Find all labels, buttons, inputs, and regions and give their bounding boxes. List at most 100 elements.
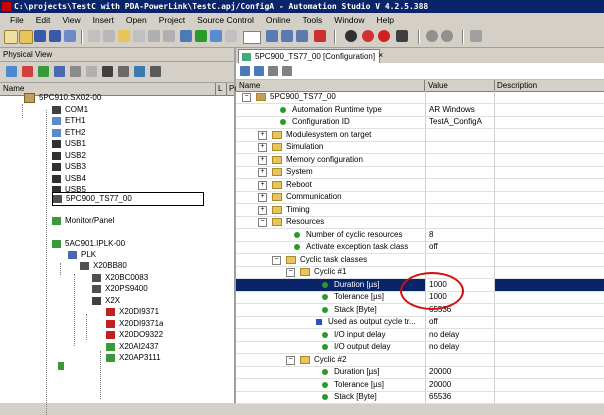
expand-icon[interactable]: + [258,193,267,202]
config-row[interactable]: I/O output delay no delay [236,341,604,354]
stop-icon[interactable] [314,30,326,42]
tree-item-x20di9371a[interactable]: X20DI9371a [106,318,163,329]
paste-icon[interactable] [118,30,130,42]
menu-file[interactable]: File [0,13,30,27]
tree-item-usb3[interactable]: USB3 [52,161,86,172]
power-icon[interactable] [378,30,390,42]
expand-icon[interactable]: + [258,156,267,165]
tree-item-x2x[interactable]: X2X [92,295,120,306]
config-row[interactable]: Used as output cycle tr... off [236,316,604,329]
tab-configuration[interactable]: 5PC900_TS77_00 [Configuration] [238,49,381,64]
extra-tool-icon[interactable] [470,30,482,42]
expand-icon[interactable]: + [258,131,267,140]
menu-insert[interactable]: Insert [87,13,120,27]
tree-item-eth1[interactable]: ETH1 [52,115,85,126]
cut-icon[interactable] [88,30,100,42]
open-folder-icon[interactable] [19,30,33,44]
config-row[interactable]: + System [236,166,604,179]
redo-icon[interactable] [163,30,175,42]
collapse-icon[interactable]: − [242,93,251,102]
menu-project[interactable]: Project [153,13,191,27]
module-icon[interactable] [102,66,113,77]
toolbar-combo[interactable] [243,31,261,44]
expand-all-icon[interactable] [240,66,250,76]
navigate-back-icon[interactable] [180,30,192,42]
save-icon[interactable] [34,30,46,42]
save-all-icon[interactable] [49,30,61,42]
close-tab-icon[interactable]: × [378,50,383,60]
tree-item-plk[interactable]: PLK [68,249,96,260]
monitor-icon[interactable] [362,30,374,42]
tree-item-x20bb80[interactable]: X20BB80 [80,260,127,271]
menu-source-control[interactable]: Source Control [191,13,260,27]
refresh-icon[interactable] [6,66,17,77]
collapse-icon[interactable]: − [258,218,267,227]
tree-item-5ac901[interactable]: 5AC901.IPLK-00 [52,238,125,249]
column-description[interactable]: Description [494,80,604,91]
config-row[interactable]: Activate exception task class off [236,241,604,254]
tree-item-x20do9322[interactable]: X20DO9322 [106,329,163,340]
io-mapping-icon[interactable] [86,66,97,77]
tree-item-usb2[interactable]: USB2 [52,150,86,161]
tree-item-5pc910[interactable]: 5PC910.SX02-00 [24,92,101,103]
config-row[interactable]: Duration [µs] 20000 [236,366,604,379]
collapse-icon[interactable]: − [286,268,295,277]
split-icon[interactable] [296,30,308,42]
network-icon[interactable] [54,66,65,77]
config-row[interactable]: + Communication [236,191,604,204]
tree-item-usb4[interactable]: USB4 [52,173,86,184]
undo-icon[interactable] [148,30,160,42]
tree-item-x20ap3111[interactable]: X20AP3111 [106,352,161,363]
print-icon[interactable] [64,30,76,42]
menu-window[interactable]: Window [328,13,370,27]
build-icon[interactable] [195,30,207,42]
config-row[interactable]: −5PC900_TS77_00 [236,91,604,104]
column-value[interactable]: Value [425,80,495,91]
cable-icon[interactable] [118,66,129,77]
config-row[interactable]: Stack [Byte] 65536 [236,391,604,404]
window-icon[interactable] [281,30,293,42]
expand-icon[interactable]: + [258,168,267,177]
menu-help[interactable]: Help [371,13,400,27]
collapse-icon[interactable]: − [272,256,281,265]
tree-item-x20di9371[interactable]: X20DI9371 [106,306,159,317]
expand-icon[interactable]: + [258,206,267,215]
transfer-icon[interactable] [210,30,222,42]
column-name[interactable]: Name [236,80,425,91]
settings-gear-icon[interactable] [426,30,438,42]
find-icon[interactable] [225,30,237,42]
tree-item-eth2[interactable]: ETH2 [52,127,85,138]
config-row[interactable]: Configuration ID TestA_ConfigA [236,116,604,129]
menu-open[interactable]: Open [120,13,153,27]
menu-tools[interactable]: Tools [296,13,328,27]
tree-item-com1[interactable]: COM1 [52,104,88,115]
export-icon[interactable] [134,66,145,77]
menu-online[interactable]: Online [260,13,297,27]
properties-icon[interactable] [70,66,81,77]
add-hardware-icon[interactable] [22,66,33,77]
tree-item-monitor-panel[interactable]: Monitor/Panel [52,215,114,226]
new-file-icon[interactable] [4,30,18,44]
expand-icon[interactable]: + [258,143,267,152]
collapse-all-icon[interactable] [254,66,264,76]
toggle-view-icon[interactable] [266,30,278,42]
copy-icon[interactable] [103,30,115,42]
sort-icon[interactable] [282,66,292,76]
config-row[interactable]: − Resources [236,216,604,229]
device-icon[interactable] [396,30,408,42]
filter-icon[interactable] [268,66,278,76]
view-options-icon[interactable] [150,66,161,77]
collapse-icon[interactable]: − [286,356,295,365]
options-gear-icon[interactable] [441,30,453,42]
menu-view[interactable]: View [56,13,86,27]
expand-icon[interactable]: + [258,181,267,190]
tree-item-x20ps9400[interactable]: X20PS9400 [92,283,148,294]
tree-item-usb1[interactable]: USB1 [52,138,86,149]
config-row[interactable]: + Simulation [236,141,604,154]
tree-item-x20ai2437[interactable]: X20AI2437 [106,341,159,352]
tree-item-5pc900-selected[interactable]: 5PC900_TS77_00 [52,192,204,206]
config-icon[interactable] [38,66,49,77]
tree-item-x20bc0083[interactable]: X20BC0083 [92,272,148,283]
menu-edit[interactable]: Edit [30,13,57,27]
online-icon[interactable] [345,30,357,42]
